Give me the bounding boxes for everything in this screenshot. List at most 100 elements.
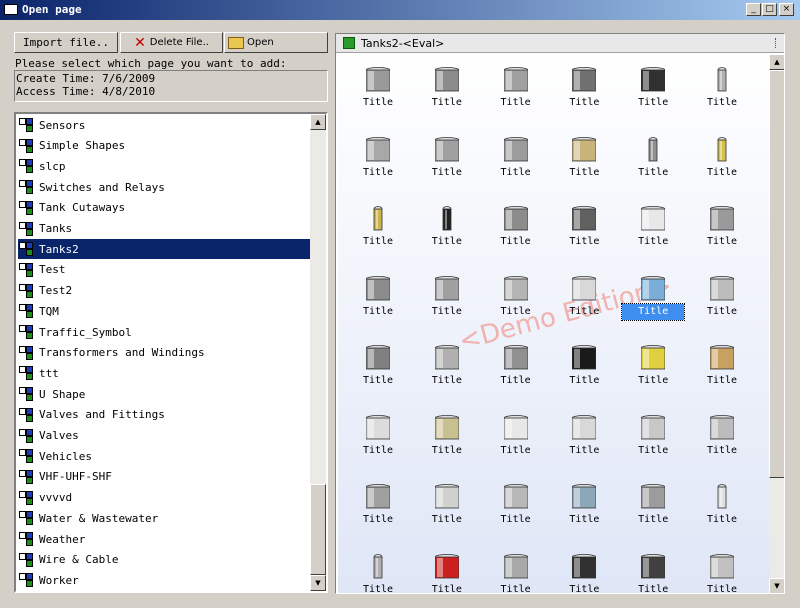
bucket-icon xyxy=(640,205,666,233)
page-list-item[interactable]: Vehicles xyxy=(18,446,312,466)
shape-item[interactable]: Title xyxy=(623,549,683,593)
shape-label: Title xyxy=(362,97,394,108)
page-list-item[interactable]: Valves and Fittings xyxy=(18,405,312,425)
shape-item[interactable]: Title xyxy=(486,410,546,460)
page-list-item[interactable]: Valves xyxy=(18,426,312,446)
shape-item[interactable]: Title xyxy=(417,201,477,251)
shape-item[interactable]: Title xyxy=(623,62,683,112)
shape-item[interactable]: Title xyxy=(348,549,408,593)
shape-item[interactable]: Title xyxy=(692,62,752,112)
shape-item[interactable]: Title xyxy=(554,340,614,390)
shape-item[interactable]: Title xyxy=(554,201,614,251)
page-list-item[interactable]: Weather xyxy=(18,529,312,549)
page-list-item[interactable]: Sensors xyxy=(18,115,312,135)
shape-item[interactable]: Title xyxy=(692,479,752,529)
page-icon xyxy=(19,490,33,505)
page-list-item[interactable]: Simple Shapes xyxy=(18,136,312,156)
shape-item[interactable]: Title xyxy=(692,132,752,182)
shape-item[interactable]: Title xyxy=(417,132,477,182)
page-list-item[interactable]: TQM xyxy=(18,301,312,321)
shape-item[interactable]: Title xyxy=(348,132,408,182)
shape-item[interactable]: Title xyxy=(417,340,477,390)
shape-item[interactable]: Title xyxy=(692,549,752,593)
shape-label: Title xyxy=(638,97,669,108)
shape-item[interactable]: Title xyxy=(417,410,477,460)
shape-item[interactable]: Title xyxy=(417,62,477,112)
page-list-item[interactable]: Tanks xyxy=(18,219,312,239)
shape-item[interactable]: Title xyxy=(486,271,546,321)
shape-item[interactable]: Title xyxy=(554,271,614,321)
scroll-up-arrow-icon[interactable]: ▲ xyxy=(310,114,326,130)
page-list-item[interactable]: Test xyxy=(18,260,312,280)
shape-item[interactable]: Title xyxy=(554,132,614,182)
maximize-button[interactable]: □ xyxy=(762,3,777,16)
shape-item[interactable]: Title xyxy=(692,410,752,460)
storage-tank-icon xyxy=(434,66,460,94)
shape-item[interactable]: Title xyxy=(621,271,686,321)
preview-scroll-up-arrow-icon[interactable]: ▲ xyxy=(769,54,784,70)
delete-x-icon: ✕ xyxy=(134,34,146,51)
shape-item[interactable]: Title xyxy=(486,479,546,529)
shape-item[interactable]: Title xyxy=(486,340,546,390)
page-list-item[interactable]: VHF-UHF-SHF xyxy=(18,467,312,487)
shape-item[interactable]: Title xyxy=(348,62,408,112)
shape-item[interactable]: Title xyxy=(692,340,752,390)
shape-item[interactable]: Title xyxy=(486,132,546,182)
page-list-item[interactable]: Worker xyxy=(18,570,312,590)
shape-item[interactable]: Title xyxy=(486,201,546,251)
shape-item[interactable]: Title xyxy=(623,479,683,529)
shape-item[interactable]: Title xyxy=(348,271,408,321)
page-list[interactable]: Sensors Simple Shapes slcp Switches and Rel… xyxy=(14,112,328,593)
page-list-item[interactable]: Wire & Cable xyxy=(18,550,312,570)
open-button[interactable]: Open xyxy=(224,32,328,53)
page-tab-icon xyxy=(343,37,355,49)
preview-panel: Tanks2-<Eval> <Demo Edition> Title Title T… xyxy=(335,33,785,594)
shape-item[interactable]: Title xyxy=(348,201,408,251)
preview-scroll-down-arrow-icon[interactable]: ▼ xyxy=(769,578,784,593)
page-icon xyxy=(19,532,33,546)
preview-canvas[interactable]: <Demo Edition> Title Title Title Title Title… xyxy=(338,54,769,593)
shape-item[interactable]: Title xyxy=(623,132,683,182)
page-list-item[interactable]: Tanks2 xyxy=(18,239,312,260)
scroll-thumb[interactable] xyxy=(310,484,326,575)
page-list-scrollbar[interactable]: ▲ ▼ xyxy=(310,114,326,591)
close-button[interactable]: × xyxy=(779,3,794,16)
shape-item[interactable]: Title xyxy=(348,479,408,529)
shape-item[interactable]: Title xyxy=(348,410,408,460)
page-list-item[interactable]: vvvvd xyxy=(18,488,312,508)
scroll-down-arrow-icon[interactable]: ▼ xyxy=(310,575,326,591)
shape-item[interactable]: Title xyxy=(554,549,614,593)
shape-label: Title xyxy=(706,166,738,178)
shape-item[interactable]: Title xyxy=(417,479,477,529)
import-file-button[interactable]: Import file.. xyxy=(14,32,118,53)
page-list-item[interactable]: Switches and Relays xyxy=(18,177,312,197)
page-icon xyxy=(19,511,33,526)
preview-scroll-thumb[interactable] xyxy=(769,70,784,478)
shape-item[interactable]: Title xyxy=(554,62,614,112)
shape-item[interactable]: Title xyxy=(486,549,546,593)
delete-file-button[interactable]: ✕ Delete File.. xyxy=(120,32,223,53)
page-list-item[interactable]: Water & Wastewater xyxy=(18,508,312,528)
shape-item[interactable]: Title xyxy=(417,271,477,321)
shape-item[interactable]: Title xyxy=(692,201,752,251)
shape-item[interactable]: Title xyxy=(623,201,683,251)
page-list-item[interactable]: Traffic_Symbol xyxy=(18,322,312,342)
page-list-item[interactable]: Transformers and Windings xyxy=(18,343,312,363)
preview-scrollbar[interactable]: ▲ ▼ xyxy=(769,54,784,593)
minimize-button[interactable]: _ xyxy=(746,3,761,16)
shape-item[interactable]: Title xyxy=(623,410,683,460)
page-list-item[interactable]: ttt xyxy=(18,363,312,383)
red-cylinder-icon xyxy=(434,553,460,581)
shape-item[interactable]: Title xyxy=(348,340,408,390)
page-list-item[interactable]: U Shape xyxy=(18,384,312,404)
shape-item[interactable]: Title xyxy=(417,549,477,593)
page-list-item[interactable]: slcp xyxy=(18,156,312,176)
shape-item[interactable]: Title xyxy=(554,410,614,460)
page-list-item[interactable]: Test2 xyxy=(18,281,312,301)
shape-item[interactable]: Title xyxy=(554,479,614,529)
shape-item[interactable]: Title xyxy=(692,271,752,321)
shape-item[interactable]: Title xyxy=(623,340,683,390)
shape-item[interactable]: Title xyxy=(486,62,546,112)
dark-drum-icon xyxy=(571,205,597,233)
page-list-item[interactable]: Tank Cutaways xyxy=(18,198,312,218)
